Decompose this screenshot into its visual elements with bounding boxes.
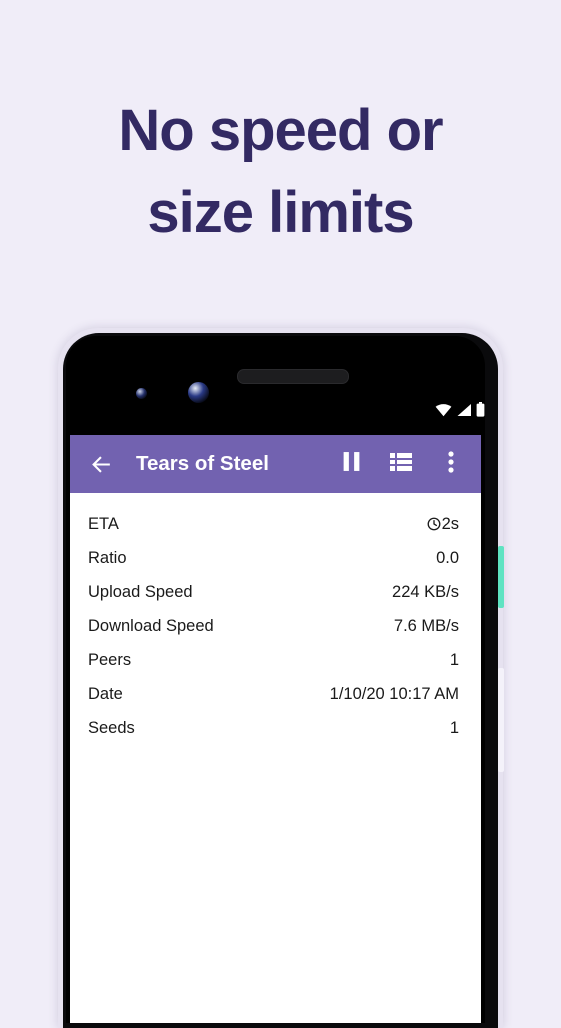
detail-label: Ratio	[88, 548, 127, 567]
pause-button[interactable]	[339, 452, 363, 476]
detail-label: Seeds	[88, 718, 135, 737]
phone-screen: Tears of Steel ETA 2s Ratio 0.0 Upload S…	[70, 435, 481, 1023]
overflow-menu-icon	[448, 450, 454, 478]
promo-headline: No speed or size limits	[0, 90, 561, 255]
headline-line-2: size limits	[147, 180, 414, 246]
proximity-sensor-icon	[136, 388, 147, 399]
app-bar: Tears of Steel	[70, 435, 481, 493]
overflow-menu-button[interactable]	[439, 450, 463, 478]
detail-value-text: 2s	[441, 514, 459, 533]
detail-label: Peers	[88, 650, 132, 669]
detail-label: ETA	[88, 514, 119, 533]
pause-icon	[342, 451, 361, 477]
detail-row: Download Speed 7.6 MB/s	[88, 609, 459, 643]
detail-label: Upload Speed	[88, 582, 193, 601]
detail-value: 1/10/20 10:17 AM	[329, 684, 459, 703]
front-camera-icon	[188, 382, 209, 403]
detail-value: 1	[449, 718, 459, 737]
detail-label: Download Speed	[88, 616, 214, 635]
detail-row: Upload Speed 224 KB/s	[88, 575, 459, 609]
earpiece-speaker	[237, 369, 349, 384]
clock-icon	[427, 517, 441, 531]
detail-value: 0.0	[436, 548, 459, 567]
power-button[interactable]	[498, 546, 504, 608]
volume-rocker-button[interactable]	[498, 668, 504, 772]
page-title: Tears of Steel	[136, 452, 269, 475]
detail-row: Ratio 0.0	[88, 541, 459, 575]
detail-row: Date 1/10/20 10:17 AM	[88, 677, 459, 711]
detail-row: ETA 2s	[88, 507, 459, 541]
detail-row: Seeds 1	[88, 711, 459, 745]
detail-value: 2s	[427, 515, 459, 534]
detail-label: Date	[88, 684, 123, 703]
phone-mockup: Tears of Steel ETA 2s Ratio 0.0 Upload S…	[58, 328, 504, 1028]
detail-value: 7.6 MB/s	[393, 616, 459, 635]
battery-icon	[476, 402, 485, 417]
file-list-button[interactable]	[389, 452, 413, 476]
detail-row: Peers 1	[88, 643, 459, 677]
wifi-icon	[435, 403, 452, 417]
headline-line-1: No speed or	[118, 98, 443, 163]
list-icon	[390, 452, 412, 477]
torrent-detail-list: ETA 2s Ratio 0.0 Upload Speed 224 KB/s D…	[70, 493, 481, 745]
detail-value: 1	[449, 650, 459, 669]
app-bar-actions	[339, 450, 463, 478]
detail-value: 224 KB/s	[392, 582, 459, 601]
back-arrow-icon[interactable]	[84, 447, 118, 481]
cellular-signal-icon	[456, 403, 472, 417]
status-bar	[435, 402, 485, 417]
